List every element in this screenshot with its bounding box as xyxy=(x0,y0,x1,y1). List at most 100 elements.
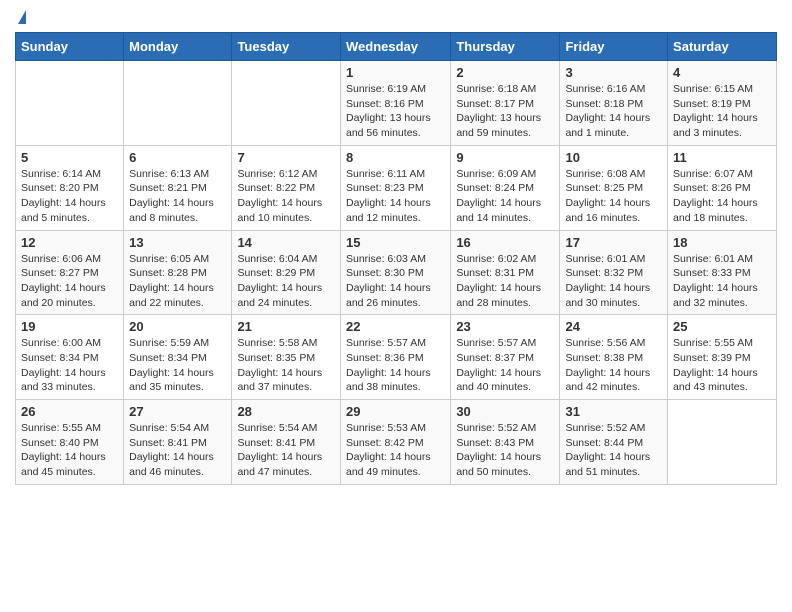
day-info: Sunrise: 6:15 AMSunset: 8:19 PMDaylight:… xyxy=(673,82,771,141)
daylight-text: Daylight: 14 hours and 50 minutes. xyxy=(456,451,541,478)
day-info: Sunrise: 6:02 AMSunset: 8:31 PMDaylight:… xyxy=(456,252,554,311)
daylight-text: Daylight: 14 hours and 43 minutes. xyxy=(673,367,758,394)
daylight-text: Daylight: 14 hours and 46 minutes. xyxy=(129,451,214,478)
calendar-cell-week4-day6: 25Sunrise: 5:55 AMSunset: 8:39 PMDayligh… xyxy=(668,315,777,400)
sunrise-text: Sunrise: 6:11 AM xyxy=(346,168,425,180)
calendar-cell-week3-day0: 12 Sunrise: 6:06 AMSunset: 8:27 PMDayligh… xyxy=(16,230,124,315)
calendar-cell-week3-day3: 15Sunrise: 6:03 AMSunset: 8:30 PMDayligh… xyxy=(340,230,450,315)
sunrise-text: Sunrise: 6:09 AM xyxy=(456,168,536,180)
sunrise-text: Sunrise: 5:58 AM xyxy=(237,337,317,349)
calendar-cell-week5-day0: 26Sunrise: 5:55 AMSunset: 8:40 PMDayligh… xyxy=(16,400,124,485)
day-info: Sunrise: 5:54 AMSunset: 8:41 PMDaylight:… xyxy=(237,421,335,480)
sunset-text: Sunset: 8:28 PM xyxy=(129,267,207,279)
calendar-cell-week1-day0 xyxy=(16,61,124,146)
week-row-2: 5 Sunrise: 6:14 AM Sunset: 8:20 PM Daylight… xyxy=(16,145,777,230)
sunrise-text: Sunrise: 5:59 AM xyxy=(129,337,209,349)
sunrise-text: Sunrise: 6:04 AM xyxy=(237,253,317,265)
day-number: 19 xyxy=(21,319,118,334)
day-number: 12 xyxy=(21,235,118,250)
week-row-3: 12 Sunrise: 6:06 AMSunset: 8:27 PMDayligh… xyxy=(16,230,777,315)
day-info: Sunrise: 5:52 AMSunset: 8:44 PMDaylight:… xyxy=(565,421,662,480)
sunrise-text: Sunrise: 6:01 AM xyxy=(565,253,645,265)
daylight-text: Daylight: 14 hours and 38 minutes. xyxy=(346,367,431,394)
sunrise-text: Sunrise: 5:56 AM xyxy=(565,337,645,349)
day-info: Sunrise: 6:08 AMSunset: 8:25 PMDaylight:… xyxy=(565,167,662,226)
sunset-text: Sunset: 8:37 PM xyxy=(456,352,534,364)
sunset-text: Sunset: 8:30 PM xyxy=(346,267,424,279)
calendar-cell-week1-day4: 2Sunrise: 6:18 AMSunset: 8:17 PMDaylight… xyxy=(451,61,560,146)
day-number: 4 xyxy=(673,65,771,80)
day-info: Sunrise: 5:56 AM Sunset: 8:38 PM Daylight:… xyxy=(565,336,662,395)
day-number: 20 xyxy=(129,319,226,334)
sunset-text: Sunset: 8:33 PM xyxy=(673,267,751,279)
logo-triangle-icon xyxy=(18,10,26,24)
calendar-cell-week2-day6: 11Sunrise: 6:07 AMSunset: 8:26 PMDayligh… xyxy=(668,145,777,230)
day-number: 3 xyxy=(565,65,662,80)
logo xyxy=(15,10,26,24)
daylight-text: Daylight: 14 hours and 1 minute. xyxy=(565,112,650,139)
calendar-cell-week2-day4: 9Sunrise: 6:09 AMSunset: 8:24 PMDaylight… xyxy=(451,145,560,230)
calendar-cell-week1-day2 xyxy=(232,61,341,146)
sunset-text: Sunset: 8:19 PM xyxy=(673,98,751,110)
calendar-cell-week4-day0: 19Sunrise: 6:00 AMSunset: 8:34 PMDayligh… xyxy=(16,315,124,400)
daylight-text: Daylight: 14 hours and 47 minutes. xyxy=(237,451,322,478)
header-day-saturday: Saturday xyxy=(668,33,777,61)
sunset-text: Sunset: 8:16 PM xyxy=(346,98,424,110)
sunset-text: Sunset: 8:20 PM xyxy=(21,182,99,194)
day-info: Sunrise: 6:12 AMSunset: 8:22 PMDaylight:… xyxy=(237,167,335,226)
sunset-text: Sunset: 8:29 PM xyxy=(237,267,315,279)
calendar-cell-week5-day5: 31 Sunrise: 5:52 AMSunset: 8:44 PMDayligh… xyxy=(560,400,668,485)
daylight-text: Daylight: 14 hours and 16 minutes. xyxy=(565,197,650,224)
daylight-text: Daylight: 14 hours and 20 minutes. xyxy=(21,282,106,309)
calendar-cell-week1-day5: 3Sunrise: 6:16 AMSunset: 8:18 PMDaylight… xyxy=(560,61,668,146)
week-row-5: 26Sunrise: 5:55 AMSunset: 8:40 PMDayligh… xyxy=(16,400,777,485)
week-row-4: 19Sunrise: 6:00 AMSunset: 8:34 PMDayligh… xyxy=(16,315,777,400)
calendar-cell-week1-day3: 1Sunrise: 6:19 AMSunset: 8:16 PMDaylight… xyxy=(340,61,450,146)
sunrise-text: Sunrise: 5:57 AM xyxy=(456,337,536,349)
sunset-text: Sunset: 8:23 PM xyxy=(346,182,424,194)
day-info: Sunrise: 6:06 AMSunset: 8:27 PMDaylight:… xyxy=(21,252,118,311)
sunrise-text: Sunrise: 6:15 AM xyxy=(673,83,753,95)
day-info: Sunrise: 5:54 AMSunset: 8:41 PMDaylight:… xyxy=(129,421,226,480)
day-info: Sunrise: 6:11 AMSunset: 8:23 PMDaylight:… xyxy=(346,167,445,226)
day-number: 16 xyxy=(456,235,554,250)
sunset-text: Sunset: 8:25 PM xyxy=(565,182,643,194)
sunset-text: Sunset: 8:38 PM xyxy=(565,352,643,364)
day-info: Sunrise: 5:57 AMSunset: 8:37 PMDaylight:… xyxy=(456,336,554,395)
daylight-text: Daylight: 14 hours and 24 minutes. xyxy=(237,282,322,309)
daylight-text: Daylight: 14 hours and 30 minutes. xyxy=(565,282,650,309)
day-info: Sunrise: 5:53 AMSunset: 8:42 PMDaylight:… xyxy=(346,421,445,480)
day-info: Sunrise: 6:04 AM Sunset: 8:29 PM Daylight:… xyxy=(237,252,335,311)
daylight-text: Daylight: 14 hours and 42 minutes. xyxy=(565,367,650,394)
calendar-cell-week5-day6 xyxy=(668,400,777,485)
day-info: Sunrise: 6:13 AMSunset: 8:21 PMDaylight:… xyxy=(129,167,226,226)
sunrise-text: Sunrise: 5:54 AM xyxy=(237,422,317,434)
day-number: 31 xyxy=(565,404,662,419)
sunrise-text: Sunrise: 6:14 AM xyxy=(21,168,101,180)
daylight-text: Daylight: 13 hours and 56 minutes. xyxy=(346,112,431,139)
day-info: Sunrise: 6:07 AMSunset: 8:26 PMDaylight:… xyxy=(673,167,771,226)
day-info: Sunrise: 6:19 AMSunset: 8:16 PMDaylight:… xyxy=(346,82,445,141)
header-day-tuesday: Tuesday xyxy=(232,33,341,61)
day-info: Sunrise: 6:01 AMSunset: 8:33 PMDaylight:… xyxy=(673,252,771,311)
day-number: 9 xyxy=(456,150,554,165)
sunrise-text: Sunrise: 6:02 AM xyxy=(456,253,536,265)
daylight-text: Daylight: 14 hours and 49 minutes. xyxy=(346,451,431,478)
daylight-text: Daylight: 13 hours and 59 minutes. xyxy=(456,112,541,139)
sunrise-text: Sunrise: 5:52 AM xyxy=(456,422,536,434)
sunrise-text: Sunrise: 5:55 AM xyxy=(673,337,753,349)
calendar-cell-week4-day1: 20Sunrise: 5:59 AMSunset: 8:34 PMDayligh… xyxy=(124,315,232,400)
sunset-text: Sunset: 8:36 PM xyxy=(346,352,424,364)
sunrise-text: Sunrise: 6:18 AM xyxy=(456,83,536,95)
day-number: 5 xyxy=(21,150,118,165)
daylight-text: Daylight: 14 hours and 35 minutes. xyxy=(129,367,214,394)
day-info: Sunrise: 5:55 AMSunset: 8:40 PMDaylight:… xyxy=(21,421,118,480)
sunrise-text: Sunrise: 6:01 AM xyxy=(673,253,753,265)
calendar-cell-week2-day0: 5 Sunrise: 6:14 AM Sunset: 8:20 PM Daylight… xyxy=(16,145,124,230)
daylight-text: Daylight: 14 hours and 5 minutes. xyxy=(21,197,106,224)
calendar-cell-week2-day5: 10Sunrise: 6:08 AMSunset: 8:25 PMDayligh… xyxy=(560,145,668,230)
sunset-text: Sunset: 8:40 PM xyxy=(21,437,99,449)
sunset-text: Sunset: 8:44 PM xyxy=(565,437,643,449)
calendar-cell-week5-day2: 28Sunrise: 5:54 AMSunset: 8:41 PMDayligh… xyxy=(232,400,341,485)
calendar-cell-week1-day1 xyxy=(124,61,232,146)
